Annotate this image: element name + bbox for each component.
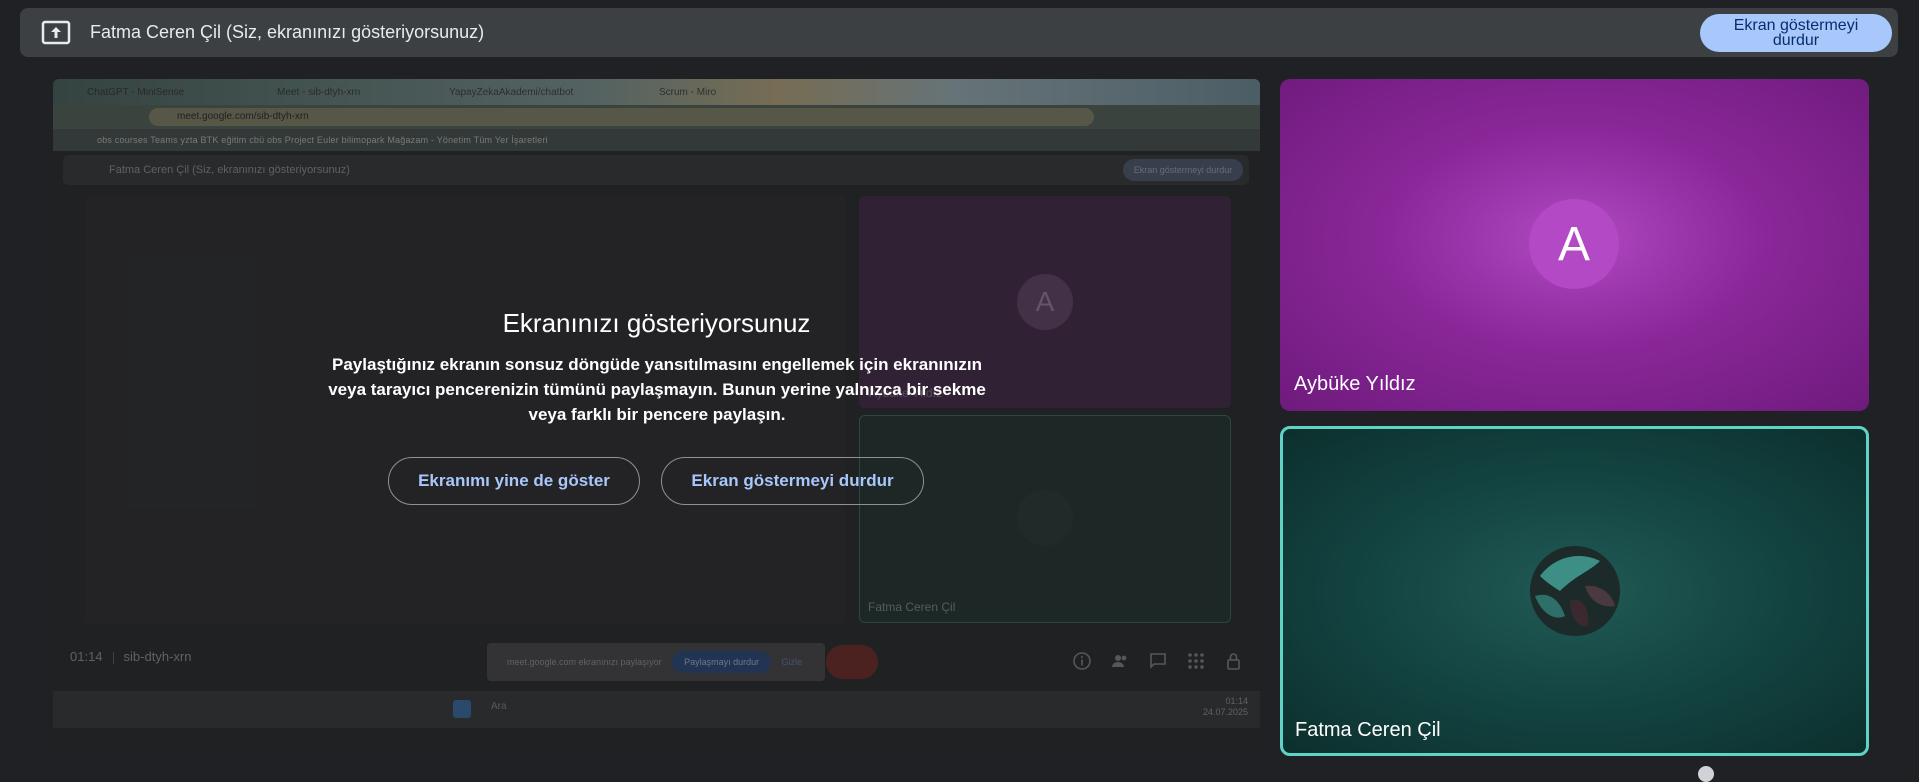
participant-tile-fatma[interactable]: Fatma Ceren Çil [1280,426,1869,756]
participant-name: Aybüke Yıldız [1294,373,1416,395]
participant-avatar: A [1529,199,1619,289]
overlay-title: Ekranınızı gösteriyorsunuz [502,308,811,338]
present-screen-icon [41,20,71,45]
scroll-indicator [1698,766,1714,782]
participant-tile-aybuke[interactable]: A Aybüke Yıldız [1280,79,1869,411]
show-anyway-button[interactable]: Ekranımı yine de göster [388,457,640,505]
presenting-title: Fatma Ceren Çil (Siz, ekranınızı gösteri… [90,22,485,42]
profile-photo-icon [1530,546,1620,636]
presenting-bar: Fatma Ceren Çil (Siz, ekranınızı gösteri… [20,8,1898,57]
overlay-body: Paylaştığınız ekranın sonsuz döngüde yan… [328,355,986,424]
stop-presenting-button[interactable]: Ekran göstermeyi durdur [1700,14,1892,52]
overlay-stop-button[interactable]: Ekran göstermeyi durdur [661,457,924,505]
participant-name: Fatma Ceren Çil [1295,719,1441,741]
participant-avatar [1530,546,1620,636]
